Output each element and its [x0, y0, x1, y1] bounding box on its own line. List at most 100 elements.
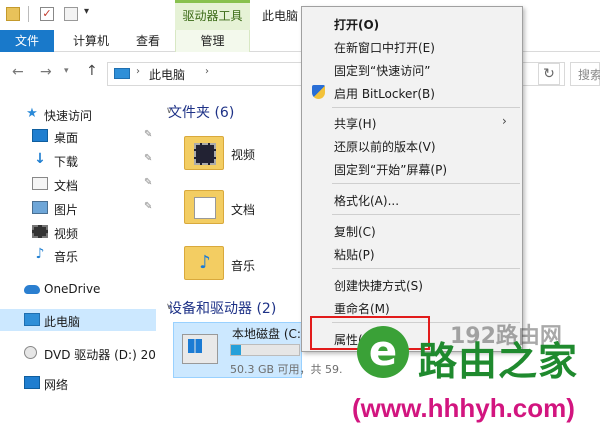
- nav-label: DVD 驱动器 (D:) 20: [44, 348, 156, 362]
- menu-item-label: 重命名(M): [334, 302, 390, 316]
- refresh-icon[interactable]: ↻: [538, 63, 560, 85]
- tab-file[interactable]: 文件: [0, 30, 54, 52]
- menu-item-pin-start[interactable]: 固定到“开始”屏幕(P): [302, 157, 522, 179]
- menu-item-copy[interactable]: 复制(C): [302, 219, 522, 241]
- menu-separator: [332, 268, 520, 269]
- menu-item-label: 还原以前的版本(V): [334, 140, 436, 154]
- download-arrow-icon: ↓: [34, 151, 46, 167]
- menu-item-rename[interactable]: 重命名(M): [302, 296, 522, 318]
- network-icon: [24, 376, 40, 389]
- pin-icon[interactable]: ✎: [144, 129, 152, 140]
- folder-label[interactable]: 文档: [231, 201, 255, 218]
- menu-item-label: 共享(H): [334, 117, 377, 131]
- cloud-icon: [24, 285, 40, 294]
- nav-label: 下载: [54, 155, 79, 169]
- document-icon: [32, 177, 48, 190]
- nav-item-desktop[interactable]: 桌面 ✎: [0, 125, 156, 147]
- toolbar-separator: [28, 6, 29, 22]
- menu-separator: [332, 183, 520, 184]
- music-folder-icon[interactable]: ♪: [184, 246, 224, 280]
- music-note-icon: ♪: [35, 246, 45, 262]
- tab-manage[interactable]: 管理: [175, 30, 250, 52]
- nav-item-dvd-drive[interactable]: DVD 驱动器 (D:) 20: [0, 342, 156, 364]
- music-note-icon: ♪: [199, 252, 211, 273]
- nav-item-documents[interactable]: 文档 ✎: [0, 173, 156, 195]
- menu-item-label: 粘贴(P): [334, 248, 375, 262]
- this-pc-icon: [114, 68, 130, 79]
- shield-icon: [312, 85, 325, 99]
- folder-label[interactable]: 音乐: [231, 257, 255, 274]
- menu-item-label: 在新窗口中打开(E): [334, 41, 435, 55]
- pin-icon[interactable]: ✎: [144, 177, 152, 188]
- menu-item-label: 创建快捷方式(S): [334, 279, 423, 293]
- folder-label[interactable]: 视频: [231, 146, 255, 163]
- context-menu: 打开(O) 在新窗口中打开(E) 固定到“快速访问” 启用 BitLocker(…: [301, 6, 523, 352]
- hard-drive-icon: [182, 334, 218, 364]
- drive-usage-fill: [231, 345, 242, 355]
- desktop-icon: [32, 129, 48, 142]
- up-arrow-icon[interactable]: ↑: [86, 63, 98, 79]
- documents-folder-icon[interactable]: [184, 190, 224, 224]
- breadcrumb-this-pc[interactable]: 此电脑: [149, 66, 185, 83]
- watermark-brand: 路由之家: [418, 340, 579, 385]
- pin-icon[interactable]: ✎: [144, 153, 152, 164]
- nav-item-this-pc[interactable]: 此电脑: [0, 309, 156, 331]
- folder-icon[interactable]: [6, 7, 20, 21]
- new-folder-icon[interactable]: [64, 7, 78, 21]
- nav-label: 视频: [54, 227, 79, 241]
- breadcrumb-chevron-icon[interactable]: ›: [205, 66, 209, 77]
- drive-name: 本地磁盘 (C:: [232, 327, 301, 341]
- window-title: 此电脑: [262, 9, 299, 23]
- menu-item-pin-quick-access[interactable]: 固定到“快速访问”: [302, 58, 522, 80]
- forward-arrow-icon[interactable]: →: [40, 64, 52, 80]
- nav-item-quick-access[interactable]: ★ 快速访问: [0, 103, 156, 125]
- nav-item-music[interactable]: ♪ 音乐: [0, 244, 156, 266]
- drive-tools-tab-group: 驱动器工具: [175, 0, 250, 30]
- nav-label: 图片: [54, 203, 79, 217]
- menu-item-enable-bitlocker[interactable]: 启用 BitLocker(B): [302, 81, 522, 103]
- menu-item-open[interactable]: 打开(O): [302, 12, 522, 34]
- nav-label: 桌面: [54, 131, 79, 145]
- customize-toolbar-dropdown-icon[interactable]: ▾: [84, 6, 89, 17]
- star-icon: ★: [26, 106, 38, 121]
- back-arrow-icon[interactable]: ←: [12, 64, 24, 80]
- nav-item-pictures[interactable]: 图片 ✎: [0, 197, 156, 219]
- devices-section-header[interactable]: 设备和驱动器 (2): [168, 298, 276, 318]
- properties-check-icon[interactable]: ✓: [40, 7, 54, 21]
- nav-label: 快速访问: [44, 109, 93, 123]
- menu-item-label: 格式化(A)...: [334, 194, 400, 208]
- nav-item-network[interactable]: 网络: [0, 372, 156, 394]
- nav-label: 此电脑: [44, 315, 81, 329]
- menu-item-restore-previous-versions[interactable]: 还原以前的版本(V): [302, 134, 522, 156]
- menu-item-label: 固定到“开始”屏幕(P): [334, 163, 448, 177]
- menu-item-label: 复制(C): [334, 225, 376, 239]
- folders-section-header[interactable]: 文件夹 (6): [168, 102, 234, 122]
- menu-item-open-new-window[interactable]: 在新窗口中打开(E): [302, 35, 522, 57]
- picture-icon: [32, 201, 48, 214]
- menu-item-share[interactable]: 共享(H) ›: [302, 111, 522, 133]
- tab-computer[interactable]: 计算机: [66, 30, 116, 52]
- menu-item-label: 启用 BitLocker(B): [334, 87, 435, 101]
- windows-logo-icon: [188, 339, 202, 353]
- nav-label: OneDrive: [44, 282, 101, 296]
- nav-item-downloads[interactable]: ↓ 下载 ✎: [0, 149, 156, 171]
- videos-folder-icon[interactable]: [184, 136, 224, 170]
- menu-item-create-shortcut[interactable]: 创建快捷方式(S): [302, 273, 522, 295]
- router-home-logo-icon: e: [357, 326, 409, 378]
- pin-icon[interactable]: ✎: [144, 201, 152, 212]
- drive-usage-bar: [230, 344, 300, 356]
- video-icon: [32, 225, 48, 238]
- menu-item-format[interactable]: 格式化(A)...: [302, 188, 522, 210]
- nav-label: 音乐: [54, 250, 79, 264]
- dvd-disc-icon: [24, 346, 37, 359]
- menu-item-label: 打开(O): [334, 18, 380, 32]
- film-strip-icon: [194, 143, 216, 165]
- nav-label: 网络: [44, 378, 69, 392]
- tab-view[interactable]: 查看: [130, 30, 166, 52]
- menu-item-paste[interactable]: 粘贴(P): [302, 242, 522, 264]
- nav-item-videos[interactable]: 视频: [0, 221, 156, 243]
- watermark-url: (www.hhhyh.com): [352, 393, 575, 423]
- nav-item-onedrive[interactable]: OneDrive: [0, 278, 156, 300]
- breadcrumb-chevron-icon[interactable]: ›: [136, 66, 140, 77]
- recent-locations-chevron-icon[interactable]: ▾: [64, 66, 69, 76]
